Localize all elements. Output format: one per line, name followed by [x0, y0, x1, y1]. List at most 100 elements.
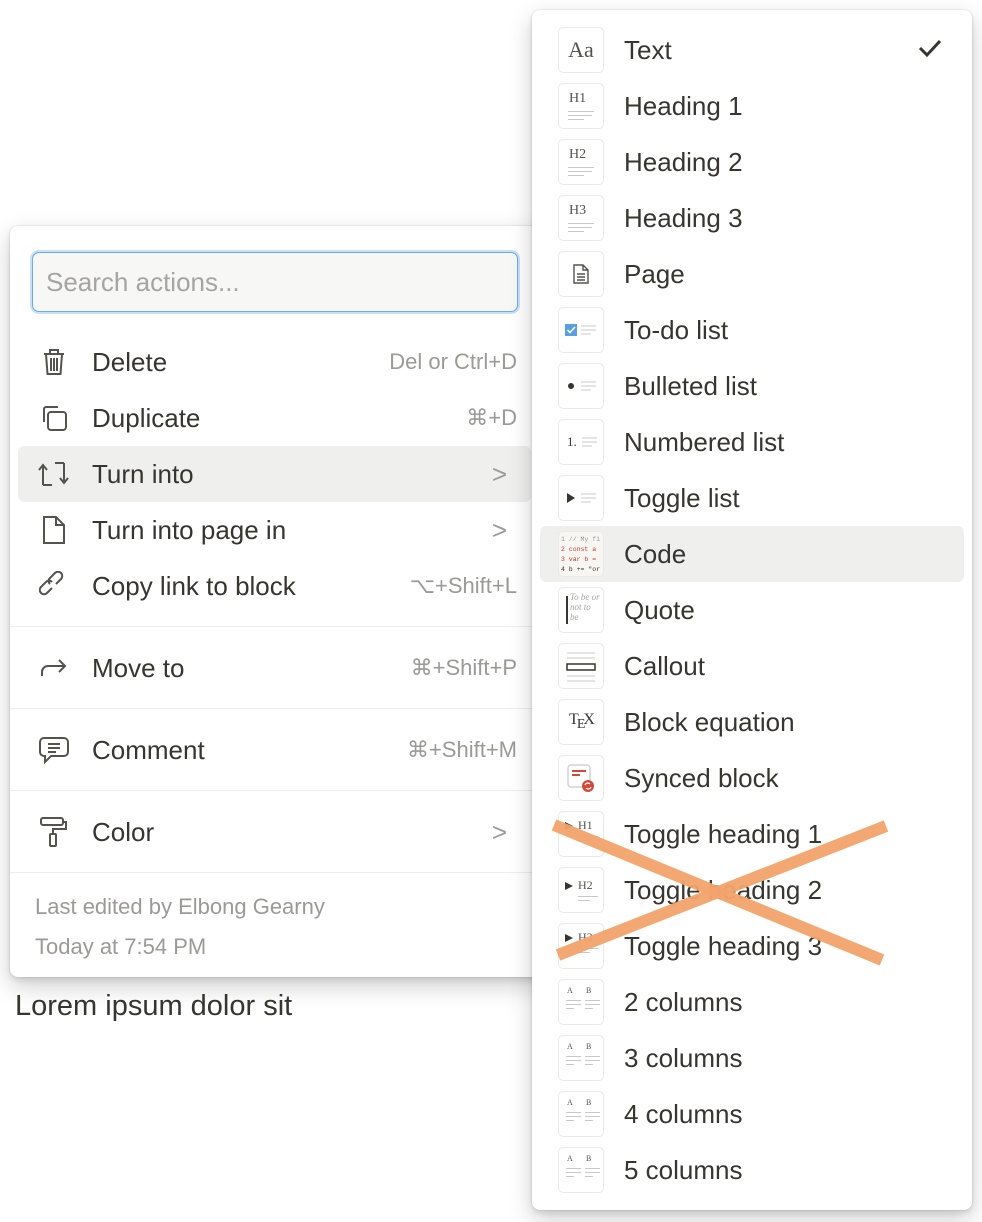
page-icon [36, 512, 72, 548]
checkmark-icon [918, 38, 942, 63]
synced-block-icon [558, 755, 604, 801]
menu-item-label: Turn into [92, 458, 194, 489]
menu-item-move-to[interactable]: Move to ⌘+Shift+P [18, 640, 531, 696]
turn-into-toggle-list[interactable]: Toggle list [540, 470, 964, 526]
quote-icon: To be or not to be [558, 587, 604, 633]
item-label: Block equation [624, 706, 795, 737]
item-label: Heading 1 [624, 90, 743, 121]
numbered-list-icon: 1. [558, 419, 604, 465]
turn-into-page[interactable]: Page [540, 246, 964, 302]
menu-item-label: Comment [92, 734, 205, 765]
item-label: Toggle heading 3 [624, 930, 823, 961]
menu-item-label: Color [92, 816, 155, 847]
item-label: Heading 2 [624, 146, 743, 177]
turn-into-5-columns[interactable]: A B 5 columns [540, 1142, 964, 1198]
menu-item-color[interactable]: Color > [18, 804, 531, 860]
tex-equation-icon: TEX [558, 699, 604, 745]
divider [10, 790, 550, 791]
paint-roller-icon [36, 814, 72, 850]
turn-into-heading-1[interactable]: H1 Heading 1 [540, 78, 964, 134]
item-label: Callout [624, 650, 705, 681]
bullet-list-icon [558, 363, 604, 409]
menu-item-label: Move to [92, 652, 185, 683]
item-label: 5 columns [624, 1154, 743, 1185]
last-edited-timestamp: Today at 7:54 PM [35, 934, 207, 959]
turn-into-todo-list[interactable]: To-do list [540, 302, 964, 358]
item-label: Heading 3 [624, 202, 743, 233]
columns-icon: A B [558, 979, 604, 1025]
chevron-right-icon: > [491, 458, 507, 489]
divider [10, 626, 550, 627]
move-arrow-icon [36, 650, 72, 686]
turn-into-toggle-heading-1[interactable]: H1 Toggle heading 1 [540, 806, 964, 862]
turn-into-2-columns[interactable]: A B 2 columns [540, 974, 964, 1030]
columns-icon: A B [558, 1091, 604, 1137]
duplicate-icon [36, 400, 72, 436]
divider [10, 872, 550, 873]
todo-checkbox-icon [558, 307, 604, 353]
item-label: Toggle heading 2 [624, 874, 823, 905]
item-label: Toggle list [624, 482, 740, 513]
turn-into-synced-block[interactable]: Synced block [540, 750, 964, 806]
toggle-heading-1-icon: H1 [558, 811, 604, 857]
callout-icon [558, 643, 604, 689]
page-block-text[interactable]: Lorem ipsum dolor sit [15, 990, 292, 1023]
item-label: 4 columns [624, 1098, 743, 1129]
item-label: Text [624, 34, 672, 65]
page-icon [558, 251, 604, 297]
heading-1-icon: H1 [558, 83, 604, 129]
toggle-heading-2-icon: H2 [558, 867, 604, 913]
chevron-right-icon: > [491, 514, 507, 545]
divider [10, 708, 550, 709]
turn-into-4-columns[interactable]: A B 4 columns [540, 1086, 964, 1142]
item-label: Page [624, 258, 685, 289]
menu-item-turn-into[interactable]: Turn into > [18, 446, 531, 502]
menu-item-delete[interactable]: Delete Del or Ctrl+D [18, 334, 531, 390]
item-label: 3 columns [624, 1042, 743, 1073]
trash-icon [36, 344, 72, 380]
turn-into-quote[interactable]: To be or not to be Quote [540, 582, 964, 638]
menu-item-label: Delete [92, 346, 168, 377]
turn-into-heading-3[interactable]: H3 Heading 3 [540, 190, 964, 246]
turn-into-numbered-list[interactable]: 1. Numbered list [540, 414, 964, 470]
turn-into-code[interactable]: 1 // My fi 2 const a 3 var b = 4 b += "o… [540, 526, 964, 582]
toggle-triangle-icon [558, 475, 604, 521]
shortcut-label: ⌘+Shift+P [410, 655, 517, 680]
menu-item-label: Copy link to block [92, 570, 296, 601]
menu-item-duplicate[interactable]: Duplicate ⌘+D [18, 390, 531, 446]
menu-item-turn-into-page-in[interactable]: Turn into page in > [18, 502, 531, 558]
turn-into-bulleted-list[interactable]: Bulleted list [540, 358, 964, 414]
turn-into-block-equation[interactable]: TEX Block equation [540, 694, 964, 750]
turn-into-toggle-heading-3[interactable]: H3 Toggle heading 3 [540, 918, 964, 974]
menu-item-comment[interactable]: Comment ⌘+Shift+M [18, 722, 531, 778]
item-label: To-do list [624, 314, 729, 345]
item-label: 2 columns [624, 986, 743, 1017]
turn-into-submenu: Aa Text H1 Heading 1 H2 Heading 2 H3 Hea… [532, 10, 972, 1210]
text-block-icon: Aa [558, 27, 604, 73]
turn-into-callout[interactable]: Callout [540, 638, 964, 694]
item-label: Quote [624, 594, 695, 625]
code-block-icon: 1 // My fi 2 const a 3 var b = 4 b += "o… [558, 531, 604, 577]
shortcut-label: Del or Ctrl+D [389, 349, 517, 374]
turn-into-3-columns[interactable]: A B 3 columns [540, 1030, 964, 1086]
menu-item-label: Turn into page in [92, 514, 287, 545]
comment-icon [36, 732, 72, 768]
turn-into-text[interactable]: Aa Text [540, 22, 964, 78]
shortcut-label: ⌥+Shift+L [409, 573, 517, 598]
columns-icon: A B [558, 1035, 604, 1081]
turn-into-toggle-heading-2[interactable]: H2 Toggle heading 2 [540, 862, 964, 918]
toggle-heading-3-icon: H3 [558, 923, 604, 969]
item-label: Synced block [624, 762, 779, 793]
heading-3-icon: H3 [558, 195, 604, 241]
menu-item-label: Duplicate [92, 402, 201, 433]
chevron-right-icon: > [491, 816, 507, 847]
block-actions-menu: Delete Del or Ctrl+D Duplicate ⌘+D Turn … [10, 226, 550, 977]
link-icon [36, 568, 72, 604]
item-label: Bulleted list [624, 370, 757, 401]
turn-into-heading-2[interactable]: H2 Heading 2 [540, 134, 964, 190]
item-label: Numbered list [624, 426, 785, 457]
menu-item-copy-link[interactable]: Copy link to block ⌥+Shift+L [18, 558, 531, 614]
search-actions-input[interactable] [33, 253, 517, 311]
search-actions-field[interactable] [33, 253, 517, 311]
turn-into-icon [36, 456, 72, 492]
